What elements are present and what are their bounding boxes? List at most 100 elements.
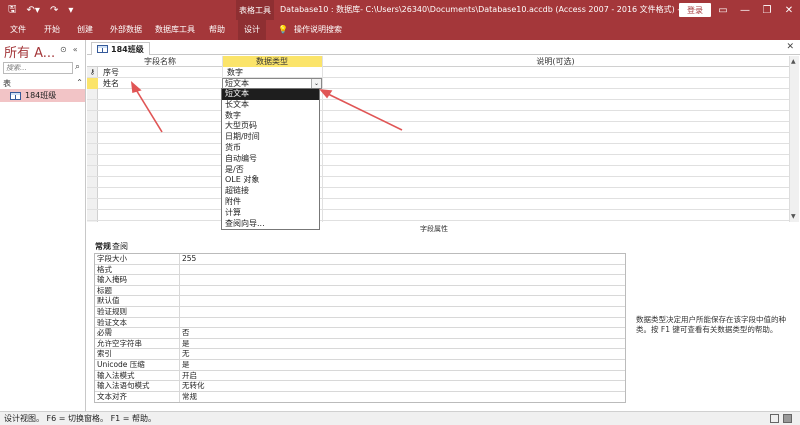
dropdown-option[interactable]: 计算 [222, 208, 319, 219]
property-row[interactable]: 文本对齐 常规 [95, 391, 625, 403]
nav-search-input[interactable]: 搜索... [3, 62, 73, 74]
dropdown-option[interactable]: 日期/时间 [222, 132, 319, 143]
scroll-down-icon[interactable]: ▼ [791, 213, 796, 220]
dropdown-option[interactable]: 自动编号 [222, 154, 319, 165]
property-row[interactable]: 格式 [95, 264, 625, 276]
scroll-up-icon[interactable]: ▲ [791, 58, 796, 65]
property-value[interactable]: 是 [180, 360, 190, 370]
customize-icon[interactable]: ▾ [68, 5, 73, 16]
property-value[interactable]: 否 [180, 328, 190, 338]
table-row[interactable]: ⚷ 序号 数字 [87, 67, 789, 78]
property-value[interactable] [180, 307, 182, 317]
table-row[interactable]: 姓名 短文本 ⌄ [87, 78, 789, 89]
table-row[interactable] [87, 177, 789, 188]
minimize-icon[interactable]: — [734, 0, 756, 20]
nav-menu-icon[interactable]: ⊙ [60, 45, 67, 54]
property-value[interactable]: 无转化 [180, 381, 205, 391]
tell-me-search[interactable]: 💡 操作说明搜索 [278, 20, 342, 40]
dropdown-option[interactable]: 长文本 [222, 100, 319, 111]
tab-file[interactable]: 文件 [10, 20, 26, 40]
nav-group-tables[interactable]: 表 ⌃ [3, 78, 83, 89]
field-properties-table: 字段大小 255 格式 输入掩码 标题 默认值 验证规则 验证文本 必需否 允许空… [94, 253, 626, 404]
row-selector[interactable] [87, 78, 98, 89]
tab-lookup[interactable]: 查阅 [112, 241, 128, 252]
design-view-icon[interactable] [783, 414, 792, 423]
property-value[interactable]: 无 [180, 349, 190, 359]
table-row[interactable] [87, 100, 789, 111]
property-name: 必需 [95, 328, 180, 338]
table-row[interactable] [87, 188, 789, 199]
chevron-down-icon[interactable]: ⌄ [311, 79, 321, 88]
property-row[interactable]: 必需否 [95, 328, 625, 339]
table-row[interactable] [87, 133, 789, 144]
datasheet-view-icon[interactable] [770, 414, 779, 423]
document-tab[interactable]: 184班级 [91, 42, 150, 55]
collapse-icon[interactable]: ⌃ [76, 78, 83, 89]
table-row[interactable] [87, 210, 789, 221]
field-name-cell[interactable]: 姓名 [98, 78, 119, 89]
tab-create[interactable]: 创建 [77, 20, 93, 40]
property-row[interactable]: 输入法语句模式 无转化 [95, 381, 625, 392]
property-name: 索引 [95, 349, 180, 359]
save-icon[interactable]: 🖫 [8, 2, 17, 19]
property-value[interactable]: 是 [180, 339, 190, 349]
dropdown-option[interactable]: 超链接 [222, 186, 319, 197]
redo-icon[interactable]: ↷ [50, 5, 58, 16]
tab-home[interactable]: 开始 [44, 20, 60, 40]
login-button[interactable]: 登录 [679, 3, 711, 17]
property-row[interactable]: 标题 [95, 285, 625, 297]
table-design-grid: 字段名称 数据类型 说明(可选) ⚷ 序号 数字 姓名 短文本 ⌄ [87, 56, 789, 222]
property-value[interactable] [180, 265, 182, 275]
dropdown-option[interactable]: 短文本 [222, 89, 319, 100]
property-row[interactable]: 字段大小 255 [95, 254, 625, 265]
tab-design[interactable]: 设计 [238, 20, 266, 40]
table-row[interactable] [87, 199, 789, 210]
primary-key-icon[interactable]: ⚷ [87, 67, 98, 78]
property-name: 验证文本 [95, 317, 180, 328]
property-value[interactable] [180, 296, 182, 306]
property-row[interactable]: 索引无 [95, 349, 625, 360]
nav-pane-title[interactable]: 所有 A... [4, 42, 55, 61]
dropdown-option[interactable]: 数字 [222, 111, 319, 122]
dropdown-option[interactable]: OLE 对象 [222, 175, 319, 186]
table-row[interactable] [87, 89, 789, 100]
tab-help[interactable]: 帮助 [209, 20, 225, 40]
table-row[interactable] [87, 122, 789, 133]
dropdown-option[interactable]: 附件 [222, 197, 319, 208]
table-row[interactable] [87, 111, 789, 122]
field-name-cell[interactable]: 序号 [98, 67, 119, 78]
ribbon-display-icon[interactable]: ▭ [712, 0, 734, 20]
dropdown-option[interactable]: 是/否 [222, 165, 319, 176]
tab-database-tools[interactable]: 数据库工具 [155, 20, 195, 40]
tab-general[interactable]: 常规 [95, 241, 111, 252]
tab-external-data[interactable]: 外部数据 [110, 20, 142, 40]
property-row[interactable]: 默认值 [95, 296, 625, 307]
nav-item-table[interactable]: 184班级 [0, 89, 85, 102]
close-document-icon[interactable]: ✕ [786, 42, 794, 52]
property-row[interactable]: 验证文本 [95, 317, 625, 329]
search-icon[interactable]: ⌕ [75, 62, 80, 72]
table-row[interactable] [87, 144, 789, 155]
grid-scrollbar[interactable]: ▲ ▼ [789, 56, 799, 222]
data-type-cell[interactable]: 数字 [222, 67, 243, 78]
property-value[interactable]: 开启 [180, 371, 197, 381]
property-row[interactable]: 输入掩码 [95, 275, 625, 286]
property-value[interactable]: 255 [180, 254, 196, 264]
table-row[interactable] [87, 155, 789, 166]
property-row[interactable]: Unicode 压缩是 [95, 359, 625, 371]
dropdown-option[interactable]: 查阅向导... [222, 219, 319, 230]
shutter-bar-icon[interactable]: « [73, 45, 78, 54]
undo-icon[interactable]: ↶▾ [27, 5, 40, 16]
property-value[interactable]: 常规 [180, 392, 197, 403]
property-row[interactable]: 允许空字符串是 [95, 338, 625, 350]
property-value[interactable] [180, 286, 182, 296]
close-icon[interactable]: ✕ [778, 0, 800, 20]
table-row[interactable] [87, 166, 789, 177]
property-value[interactable] [180, 318, 182, 328]
property-row[interactable]: 输入法模式 开启 [95, 370, 625, 382]
property-value[interactable] [180, 275, 182, 285]
dropdown-option[interactable]: 货币 [222, 143, 319, 154]
dropdown-option[interactable]: 大型页码 [222, 121, 319, 132]
property-row[interactable]: 验证规则 [95, 306, 625, 318]
restore-icon[interactable]: ❐ [756, 0, 778, 20]
